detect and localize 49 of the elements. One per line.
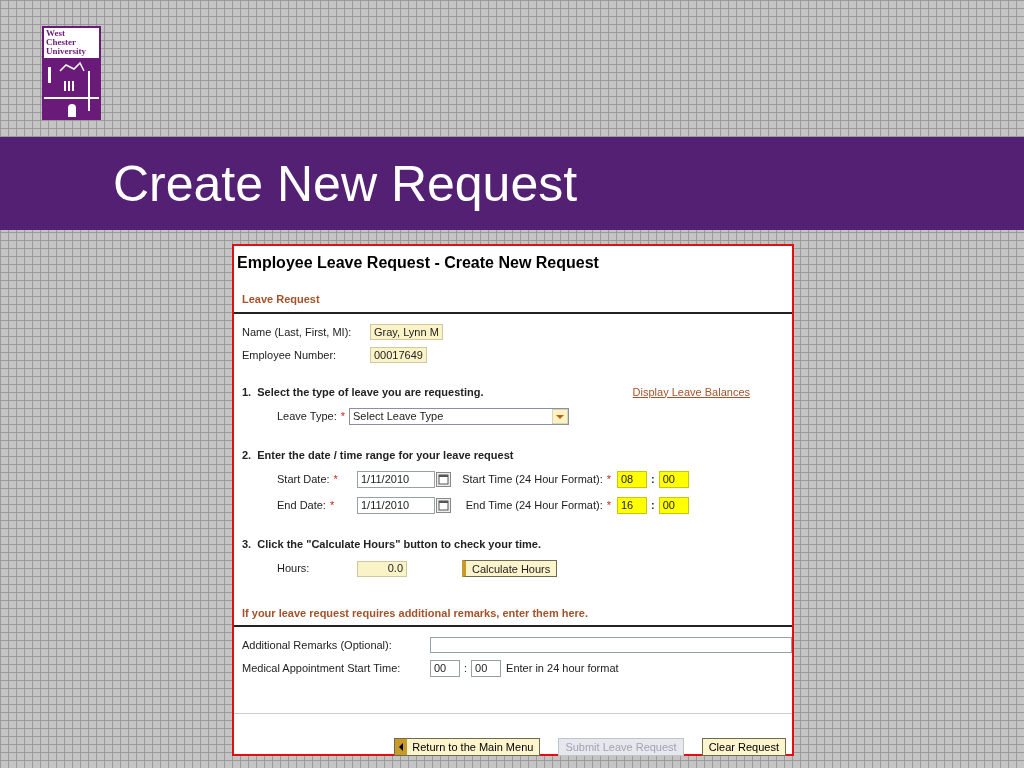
slide-title: Create New Request [113,158,578,209]
logo-text: West [46,29,66,38]
field-label: Additional Remarks (Optional): [242,637,393,653]
required-mark: * [606,471,611,487]
time-separator: : [651,497,655,513]
hours-field: 0.0 [357,560,407,577]
minute-field[interactable]: 00 [658,470,689,488]
caret-icon [552,409,568,424]
field-label: End Time (24 Hour Format): [465,497,603,513]
display-balances-link[interactable]: Display Leave Balances [632,383,750,400]
logo-text: Chester [46,38,77,47]
form-title: Employee Leave Request - Create New Request [236,253,600,273]
required-mark: * [606,497,611,513]
field-label: End Date: [277,497,326,513]
leave-type-dropdown[interactable]: Select Leave Type [349,408,569,425]
date-field[interactable]: 1/11/2010 [357,496,435,514]
remarks-field[interactable] [430,636,792,653]
section-heading: If your leave request requires additional remarks, enter them here. [234,605,792,627]
step-heading: 2. Enter the date / time range for your leave request [241,448,515,463]
step-heading: 3. Click the "Calculate Hours" button to check your time. [241,536,542,552]
calendar-icon[interactable] [436,497,451,513]
hour-field[interactable]: 00 [430,660,460,677]
hour-field[interactable]: 08 [617,470,647,488]
required-mark: * [340,409,345,425]
minute-field[interactable]: 00 [658,496,689,514]
hint-text: Enter in 24 hour format [506,661,619,677]
back-button[interactable]: Return to the Main Menu [394,738,541,756]
field-label: Start Date: [277,471,330,487]
field-label: Hours: [277,561,311,577]
field-label: Leave Type: [277,409,337,425]
readonly-field: Gray, Lynn M [370,323,443,340]
field-label: Employee Number: [242,348,338,363]
calculate-hours-button[interactable]: Calculate Hours [462,560,558,577]
field-label: Medical Appointment Start Time: [242,661,402,677]
step-heading: 1. Select the type of leave you are requesting. [242,384,484,400]
required-mark: * [329,497,335,513]
form-button[interactable]: Clear Request [701,738,786,756]
readonly-field: 00017649 [370,347,427,364]
required-mark: * [333,471,338,487]
calendar-icon[interactable] [436,471,451,487]
section-heading: Leave Request [234,291,792,314]
minute-field[interactable]: 00 [471,660,502,677]
field-label: Start Time (24 Hour Format): [462,471,603,487]
field-label: Name (Last, First, MI): [242,324,353,340]
date-field[interactable]: 1/11/2010 [357,470,435,488]
time-separator: : [651,471,655,487]
hour-field[interactable]: 16 [617,496,647,514]
logo-text: University [46,47,87,56]
time-separator: : [464,661,468,677]
